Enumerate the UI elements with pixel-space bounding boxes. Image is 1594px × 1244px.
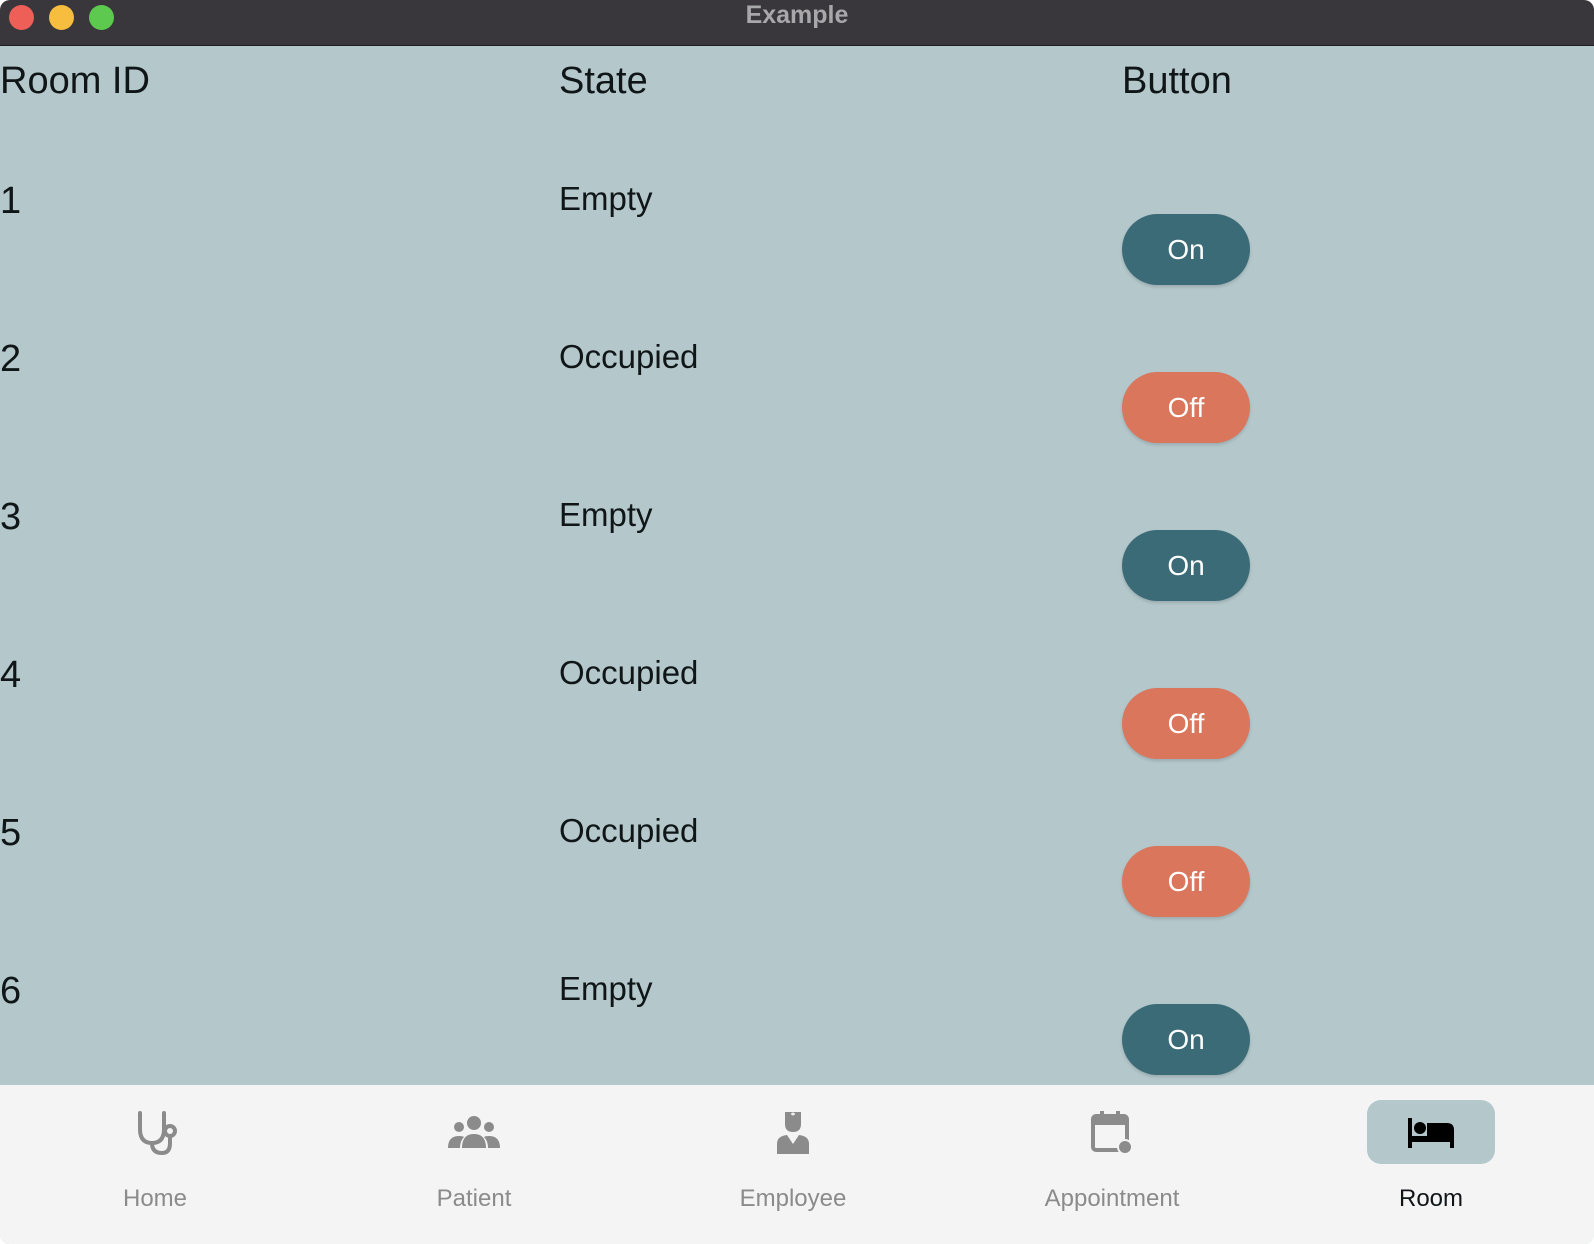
nav-icon-container (729, 1100, 857, 1164)
nav-active-indicator (1367, 1100, 1495, 1164)
stethoscope-icon (138, 1111, 177, 1155)
people-icon (448, 1116, 500, 1148)
room-state-cell: Occupied (559, 338, 699, 375)
room-id-cell: 1 (0, 180, 22, 222)
header-state: State (559, 60, 648, 102)
header-room-id: Room ID (0, 60, 150, 102)
room-state-cell: Occupied (559, 812, 699, 849)
room-id-cell: 5 (0, 812, 22, 854)
room-toggle-button[interactable]: Off (1122, 372, 1250, 443)
nav-icon-container (91, 1100, 219, 1164)
app-window: Example Room ID State Button 1 Empty On … (0, 0, 1594, 1244)
nav-label: Home (122, 1185, 188, 1212)
room-toggle-button[interactable]: On (1122, 530, 1250, 601)
room-state-cell: Occupied (559, 654, 699, 691)
nav-item-home[interactable]: Home (55, 1085, 255, 1244)
nav-item-employee[interactable]: Employee (693, 1085, 893, 1244)
title-bar: Example (0, 0, 1594, 46)
table-row: 3 Empty On (0, 496, 1594, 654)
nav-label: Room (1398, 1185, 1464, 1212)
room-table: Room ID State Button 1 Empty On 2 Occupi… (0, 46, 1594, 1085)
room-state-cell: Empty (559, 496, 653, 533)
room-id-cell: 2 (0, 338, 22, 380)
calendar-icon (1091, 1111, 1133, 1155)
room-toggle-button[interactable]: Off (1122, 846, 1250, 917)
table-row: 5 Occupied Off (0, 812, 1594, 970)
nav-item-patient[interactable]: Patient (374, 1085, 574, 1244)
room-state-cell: Empty (559, 180, 653, 217)
room-id-cell: 6 (0, 970, 22, 1012)
bottom-navigation-bar: Home Patient Employee Appointment Room (0, 1085, 1594, 1244)
table-row: 4 Occupied Off (0, 654, 1594, 812)
nav-item-room[interactable]: Room (1331, 1085, 1531, 1244)
room-toggle-button[interactable]: Off (1122, 688, 1250, 759)
doctor-icon (777, 1112, 809, 1154)
room-state-cell: Empty (559, 970, 653, 1007)
table-row: 2 Occupied Off (0, 338, 1594, 496)
nav-label: Appointment (1044, 1185, 1180, 1212)
room-toggle-button[interactable]: On (1122, 214, 1250, 285)
nav-label: Employee (739, 1185, 847, 1212)
room-id-cell: 4 (0, 654, 22, 696)
nav-icon-container (410, 1100, 538, 1164)
bed-icon (1408, 1118, 1454, 1148)
header-button: Button (1122, 60, 1232, 102)
window-title: Example (745, 1, 849, 29)
room-toggle-button[interactable]: On (1122, 1004, 1250, 1075)
nav-item-appointment[interactable]: Appointment (1012, 1085, 1212, 1244)
nav-label: Patient (436, 1185, 512, 1212)
room-id-cell: 3 (0, 496, 22, 538)
nav-icon-container (1048, 1100, 1176, 1164)
table-row: 1 Empty On (0, 180, 1594, 338)
